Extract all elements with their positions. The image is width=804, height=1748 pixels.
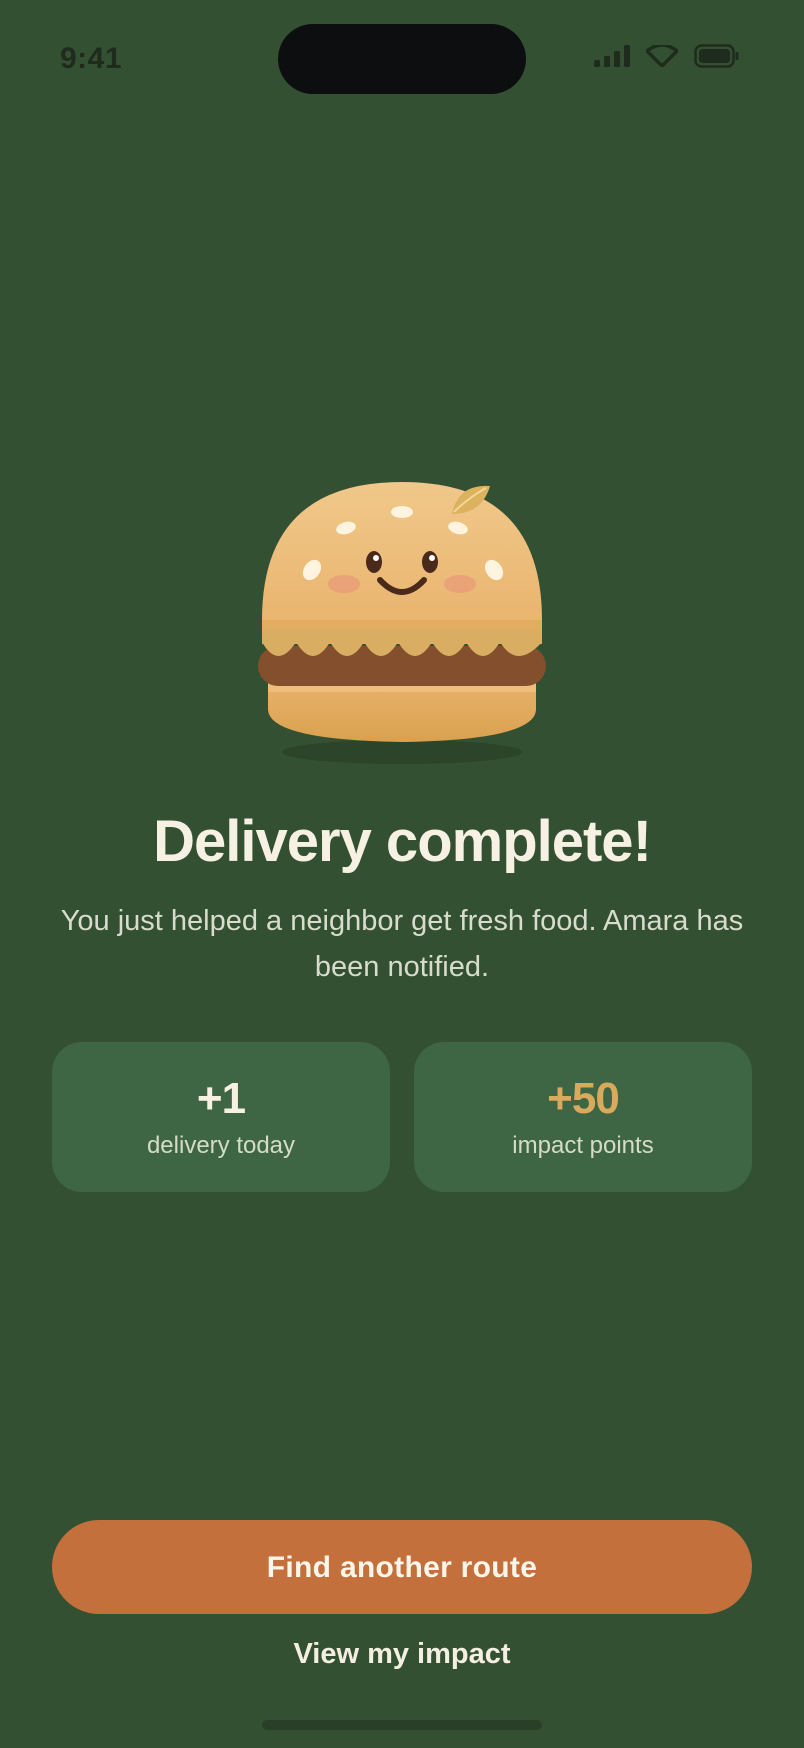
dynamic-island [278,24,526,94]
burger-mascot-illustration [252,470,552,770]
home-indicator [262,1720,542,1730]
wifi-icon [645,43,679,72]
page-title: Delivery complete! [153,809,652,874]
stat-card-impact-points: +50 impact points [414,1042,752,1192]
confirmation-message: You just helped a neighbor get fresh foo… [60,905,744,983]
battery-icon [694,44,740,73]
view-my-impact-link[interactable]: View my impact [0,1638,804,1671]
stat-value-deliveries: +1 [196,1074,246,1123]
status-time: 9:41 [60,42,123,75]
stat-label-impact-points: impact points [512,1132,654,1159]
stat-card-deliveries: +1 delivery today [52,1042,390,1192]
status-icons [594,43,740,73]
stat-label-deliveries: delivery today [146,1132,296,1159]
stat-value-impact-points: +50 [547,1074,620,1123]
signal-icon [594,45,630,72]
status-bar: 9:41 [0,0,804,120]
find-another-route-button[interactable]: Find another route [52,1520,752,1614]
